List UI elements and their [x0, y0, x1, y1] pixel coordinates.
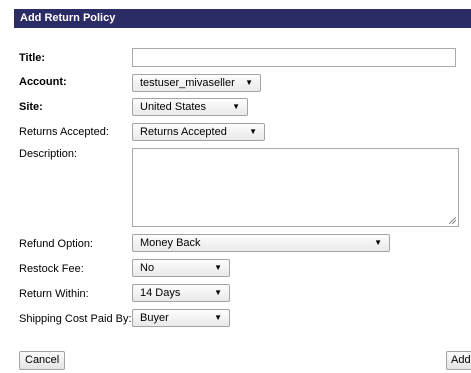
shipping-cost-paid-by-select[interactable]: Buyer ▼ — [132, 309, 230, 327]
site-select[interactable]: United States ▼ — [132, 98, 248, 116]
resize-grip-icon[interactable] — [449, 217, 456, 224]
account-label: Account: — [19, 76, 67, 88]
site-select-value: United States — [140, 101, 207, 113]
chevron-down-icon: ▼ — [214, 288, 222, 297]
returns-accepted-label: Returns Accepted: — [19, 126, 109, 138]
chevron-down-icon: ▼ — [214, 263, 222, 272]
returns-accepted-select[interactable]: Returns Accepted ▼ — [132, 123, 265, 141]
return-within-select[interactable]: 14 Days ▼ — [132, 284, 230, 302]
return-within-select-value: 14 Days — [140, 287, 181, 299]
add-button[interactable]: Add — [446, 351, 471, 370]
add-return-policy-dialog: Add Return Policy Title: Account: testus… — [0, 0, 471, 373]
shipping-cost-paid-by-label: Shipping Cost Paid By: — [19, 313, 132, 325]
refund-option-label: Refund Option: — [19, 238, 93, 250]
description-label: Description: — [19, 148, 78, 160]
shipping-cost-paid-by-select-value: Buyer — [140, 312, 169, 324]
description-textarea[interactable] — [132, 148, 459, 227]
chevron-down-icon: ▼ — [232, 102, 240, 111]
dialog-title: Add Return Policy — [14, 9, 471, 28]
refund-option-select[interactable]: Money Back ▼ — [132, 234, 390, 252]
account-select[interactable]: testuser_mivaseller ▼ — [132, 74, 261, 92]
chevron-down-icon: ▼ — [245, 78, 253, 87]
restock-fee-select-value: No — [140, 262, 155, 274]
site-label: Site: — [19, 101, 43, 113]
title-input[interactable] — [132, 48, 456, 67]
account-select-value: testuser_mivaseller — [140, 77, 235, 89]
refund-option-select-value: Money Back — [140, 237, 201, 249]
restock-fee-select[interactable]: No ▼ — [132, 259, 230, 277]
chevron-down-icon: ▼ — [249, 127, 257, 136]
cancel-button[interactable]: Cancel — [19, 351, 66, 370]
returns-accepted-select-value: Returns Accepted — [140, 126, 227, 138]
chevron-down-icon: ▼ — [214, 313, 222, 322]
title-label: Title: — [19, 52, 46, 64]
chevron-down-icon: ▼ — [374, 238, 382, 247]
return-within-label: Return Within: — [19, 288, 89, 300]
restock-fee-label: Restock Fee: — [19, 263, 84, 275]
